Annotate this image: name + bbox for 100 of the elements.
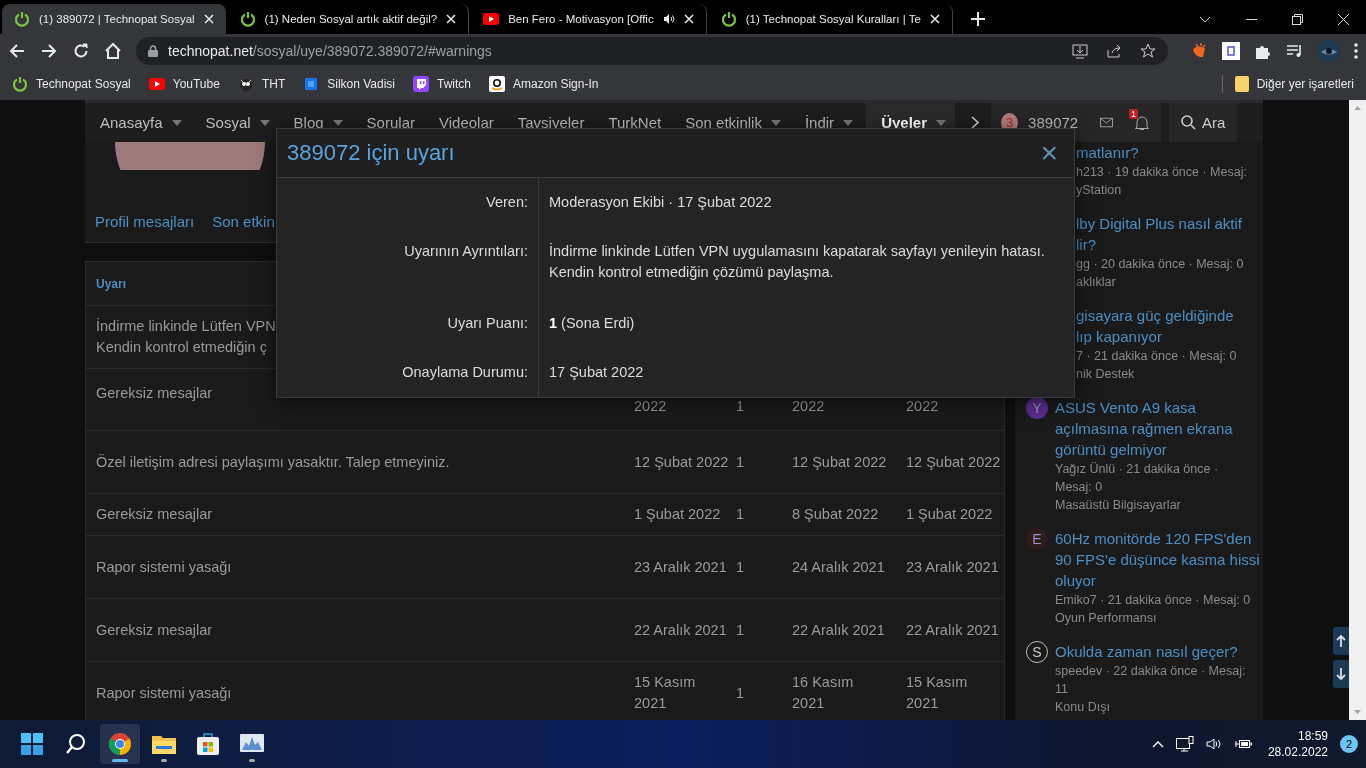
nav-tab[interactable]: Anasayfa xyxy=(85,103,191,142)
home-icon[interactable] xyxy=(104,42,122,60)
scroll-up-button[interactable] xyxy=(1333,627,1349,655)
restore-icon[interactable] xyxy=(1291,13,1303,25)
forward-icon[interactable] xyxy=(40,42,58,60)
date-cell-text: 15 Kasım 2021 xyxy=(634,673,697,713)
chevron-down-icon[interactable] xyxy=(1199,15,1211,23)
media-icon[interactable] xyxy=(1286,42,1304,60)
thread-meta: Emiko7 · 21 dakika önce · Mesaj: 0 xyxy=(1055,592,1252,609)
profile-tab[interactable]: Son etkin xyxy=(212,213,275,230)
thread-link[interactable]: ASUS Vento A9 kasa açılmasına rağmen ekrana görüntü gelmiyor xyxy=(1055,397,1233,460)
close-icon[interactable] xyxy=(1337,13,1349,25)
power-icon xyxy=(12,76,28,92)
warning-title[interactable]: Özel iletişim adresi paylaşımı yasaktır. Talep etmeyiniz. xyxy=(96,451,634,473)
date-cell-text: 23 Aralık 2021 xyxy=(634,557,728,577)
bookmark[interactable]: Twitch xyxy=(407,72,478,96)
date-cell-text: 12 Şubat 2022 xyxy=(906,452,1001,472)
browser-tab[interactable]: (1) 389072 | Technopat Sosyal xyxy=(2,4,226,34)
warning-title[interactable]: Rapor sistemi yasağı xyxy=(96,682,634,704)
bookmark[interactable]: Amazon Sign-In xyxy=(483,72,605,96)
field-label: Onaylama Durumu: xyxy=(277,348,539,397)
close-icon[interactable] xyxy=(203,14,214,24)
share-icon[interactable] xyxy=(1106,43,1122,59)
username-link[interactable]: 389072 xyxy=(1028,114,1079,131)
lock-icon[interactable] xyxy=(148,45,158,57)
points-cell-text: 1 xyxy=(736,505,746,524)
avatar[interactable] xyxy=(1318,40,1340,62)
bookmark[interactable]: THT xyxy=(231,72,292,96)
bookmark[interactable]: YouTube xyxy=(142,73,226,95)
windows-icon xyxy=(21,733,43,755)
clock-time[interactable]: 18:59 xyxy=(1297,728,1328,744)
network-icon[interactable] xyxy=(1175,735,1194,753)
points-cell-text: 1 xyxy=(736,452,746,472)
nav-tab[interactable]: Sosyal xyxy=(190,103,279,142)
reload-icon[interactable] xyxy=(72,42,90,60)
nav-tab[interactable]: Son etkinlik xyxy=(670,103,790,142)
field-value: 17 Şubat 2022 xyxy=(548,363,645,382)
bell-icon[interactable] xyxy=(1135,114,1149,131)
bookmark[interactable]: Technopat Sosyal xyxy=(6,72,137,96)
forum-link[interactable]: Oyun Performansı xyxy=(1055,609,1260,627)
date-cell-text: 22 Aralık 2021 xyxy=(634,620,728,640)
profile-tab[interactable]: Profil mesajları xyxy=(95,213,195,230)
forum-link[interactable]: nik Destek xyxy=(1076,365,1237,383)
battery-icon[interactable] xyxy=(1233,737,1252,751)
close-icon[interactable] xyxy=(929,14,940,24)
back-icon[interactable] xyxy=(8,42,26,60)
bookmark-folder[interactable]: Diğer yer işaretleri xyxy=(1228,72,1360,96)
forum-link[interactable]: Konu Dışı xyxy=(1055,698,1246,716)
close-icon[interactable] xyxy=(683,14,694,24)
forum-link[interactable]: Masaüstü Bilgisayarlar xyxy=(1055,496,1233,514)
thread-link[interactable]: matlanır? xyxy=(1076,142,1247,163)
thread-link[interactable]: lby Digital Plus nasıl aktif lir? xyxy=(1076,213,1244,255)
warning-title[interactable]: Rapor sistemi yasağı xyxy=(96,556,634,578)
warning-title[interactable]: Gereksiz mesajlar xyxy=(96,504,634,525)
field-label: Veren: xyxy=(277,178,539,227)
date-cell-text: 22 Aralık 2021 xyxy=(792,620,886,640)
search-icon xyxy=(1181,115,1196,130)
caret-icon[interactable] xyxy=(843,119,854,126)
caret-icon[interactable] xyxy=(332,119,343,126)
speaker-icon[interactable] xyxy=(1205,737,1222,751)
youtube-icon xyxy=(148,78,165,90)
chevron-up-icon[interactable] xyxy=(1151,740,1164,748)
new-tab-icon[interactable] xyxy=(970,12,985,26)
folder-icon xyxy=(152,734,176,754)
forum-link[interactable]: yStation xyxy=(1076,181,1247,199)
arrow-down-icon xyxy=(1336,668,1346,680)
caret-icon[interactable] xyxy=(259,119,270,126)
thread-link[interactable]: gisayara güç geldiğinde lıp kapanıyor xyxy=(1076,305,1237,347)
date-cell-text: 2022 xyxy=(906,397,940,416)
scroll-down-button[interactable] xyxy=(1333,660,1349,688)
mail-icon[interactable] xyxy=(1100,117,1113,128)
caret-icon[interactable] xyxy=(770,119,781,126)
caret-icon[interactable] xyxy=(936,119,946,126)
download-icon[interactable] xyxy=(1072,43,1088,59)
minimize-icon[interactable] xyxy=(1245,18,1257,20)
thread-link[interactable]: 60Hz monitörde 120 FPS'den 90 FPS'e düşünce kasma hissi oluyor xyxy=(1055,528,1260,591)
close-button[interactable]: × xyxy=(1034,138,1064,168)
notification-badge[interactable]: 2 xyxy=(1340,735,1358,753)
nav-tab[interactable]: İndir xyxy=(789,103,863,142)
forum-link[interactable]: aklıklar xyxy=(1076,273,1244,291)
dialog-title: 389072 için uyarı xyxy=(287,140,455,166)
bookmark[interactable]: Silkon Vadisi xyxy=(297,72,402,96)
extension-icon[interactable] xyxy=(1222,42,1240,60)
clock-date[interactable]: 28.02.2022 xyxy=(1267,744,1328,760)
star-icon[interactable] xyxy=(1140,43,1156,59)
warning-title[interactable]: Gereksiz mesajlar xyxy=(96,619,634,641)
caret-icon[interactable] xyxy=(171,119,182,126)
menu-icon[interactable] xyxy=(1354,43,1358,59)
store-icon xyxy=(197,733,219,755)
taskbar-button[interactable] xyxy=(100,724,140,764)
avatar[interactable]: S xyxy=(1026,641,1048,663)
column-header: Uyarı xyxy=(96,276,127,291)
search-button[interactable]: Ara xyxy=(1169,103,1238,142)
date-cell-text: 12 Şubat 2022 xyxy=(634,452,729,472)
extension-icon[interactable] xyxy=(1190,42,1208,60)
field-value: Moderasyon Ekibi · 17 Şubat 2022 xyxy=(548,193,773,212)
avatar[interactable]: E xyxy=(1026,528,1048,550)
thread-link[interactable]: Okulda zaman nasıl geçer? xyxy=(1055,641,1246,662)
chevron-right-icon[interactable] xyxy=(971,116,979,129)
close-icon[interactable] xyxy=(446,14,457,24)
